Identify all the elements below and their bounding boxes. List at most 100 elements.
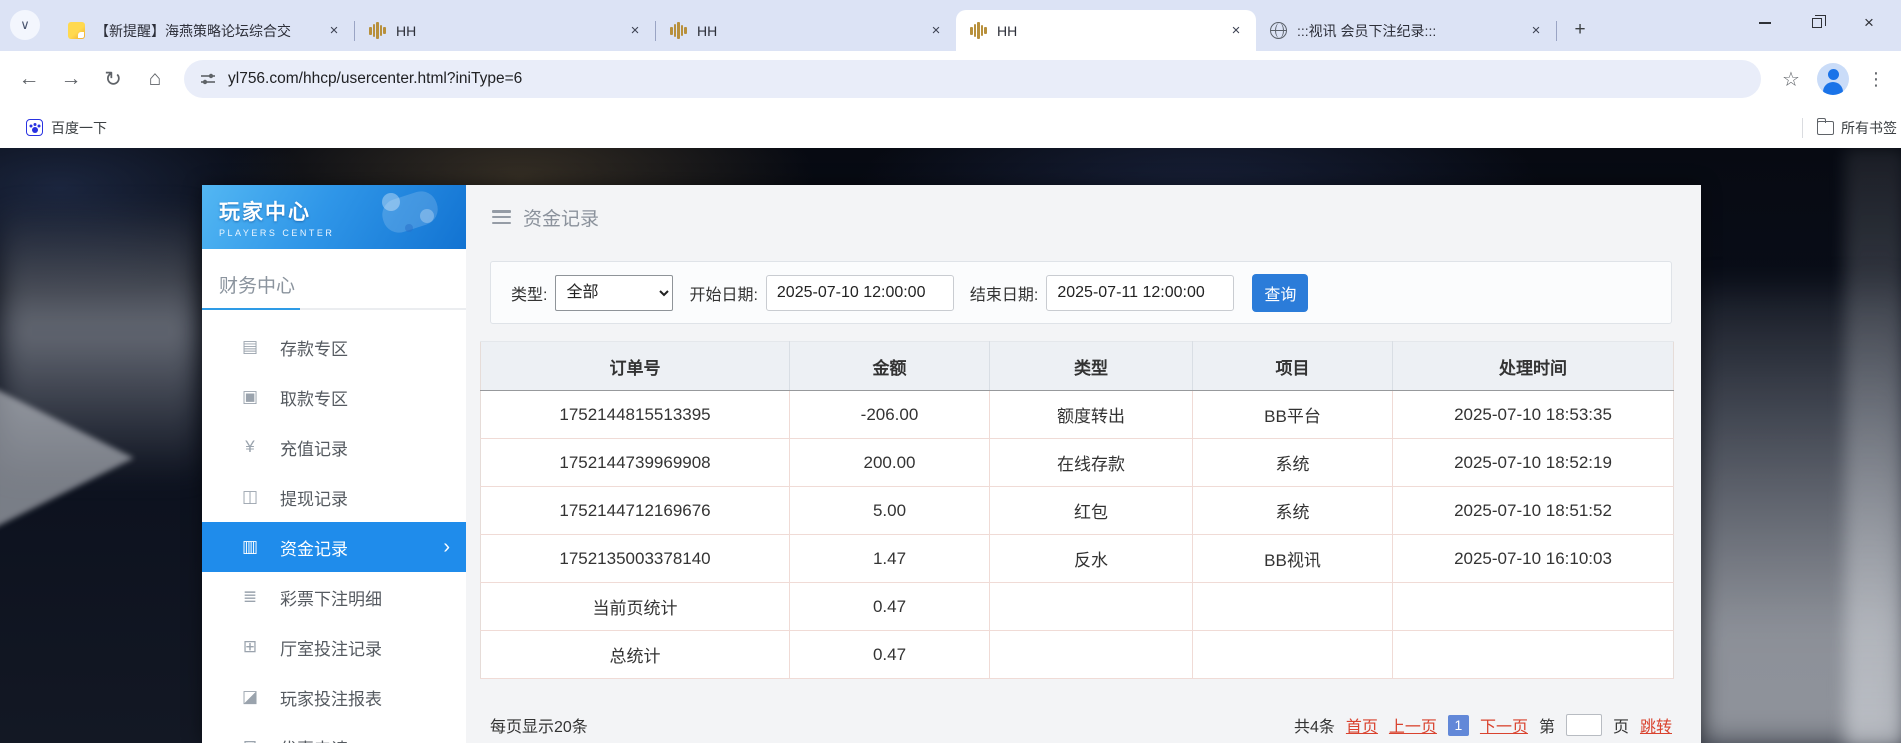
address-bar[interactable]: yl756.com/hhcp/usercenter.html?iniType=6 [184, 60, 1761, 98]
tab-search-button[interactable]: ∨ [10, 10, 40, 40]
back-button[interactable]: ← [8, 58, 50, 100]
url-text[interactable]: yl756.com/hhcp/usercenter.html?iniType=6 [228, 70, 522, 88]
sidebar-item-lottery-bet-details[interactable]: ≣ 彩票下注明细 [202, 572, 466, 622]
sidebar-item-hall-bet-records[interactable]: ⊞ 厅室投注记录 [202, 622, 466, 672]
list-icon: ≣ [238, 587, 262, 607]
start-date-label: 开始日期: [689, 281, 757, 305]
site-settings-icon[interactable] [200, 71, 216, 87]
column-header-order: 订单号 [481, 342, 790, 391]
search-button[interactable]: 查询 [1252, 274, 1308, 312]
amount-cell: 5.00 [790, 487, 990, 535]
forward-button[interactable]: → [50, 58, 92, 100]
sidebar-item-withdrawal-records[interactable]: ◫ 提现记录 [202, 472, 466, 522]
funds-icon: ▥ [238, 537, 262, 557]
sidebar-item-promo-apply[interactable]: ⊠ 优惠申请 [202, 722, 466, 743]
main-content: 资金记录 类型: 全部 开始日期: 结束日期: 查询 订单号 [466, 185, 1701, 743]
window-minimize-button[interactable] [1739, 0, 1791, 46]
tab-hh-active[interactable]: HH × [956, 10, 1256, 51]
hamburger-icon [492, 210, 511, 224]
bookmark-baidu[interactable]: 百度一下 [26, 118, 107, 138]
browser-menu-icon[interactable]: ⋮ [1859, 62, 1893, 96]
new-tab-button[interactable]: + [1565, 15, 1595, 45]
fund-records-table: 订单号 金额 类型 项目 处理时间 1752144815513395 -206.… [480, 341, 1674, 679]
gold-wave-icon [369, 22, 386, 39]
sidebar-item-fund-records[interactable]: ▥ 资金记录 › [202, 522, 466, 572]
page-size-label: 每页显示20条 [490, 713, 588, 737]
reload-button[interactable]: ↻ [92, 58, 134, 100]
hall-bet-icon: ⊞ [238, 637, 262, 657]
profile-avatar[interactable] [1817, 63, 1849, 95]
prev-page-link[interactable]: 上一页 [1389, 713, 1437, 737]
player-center-card: 玩家中心 PLAYERS CENTER 财务中心 ▤ 存款专区 ▣ 取款专区 ¥… [202, 185, 1701, 743]
report-chart-icon: ◪ [238, 687, 262, 707]
first-page-link[interactable]: 首页 [1346, 713, 1378, 737]
chevron-right-icon: › [443, 536, 450, 559]
item-cell: BB视讯 [1193, 535, 1393, 583]
close-icon[interactable]: × [926, 21, 946, 41]
all-bookmarks-button[interactable]: 所有书签 [1841, 118, 1897, 138]
table-row: 1752144739969908 200.00 在线存款 系统 2025-07-… [481, 439, 1674, 487]
amount-cell: 0.47 [790, 583, 990, 631]
tab-separator [1556, 21, 1557, 41]
column-header-time: 处理时间 [1393, 342, 1674, 391]
next-page-link[interactable]: 下一页 [1480, 713, 1528, 737]
bookmark-star-icon[interactable]: ☆ [1771, 59, 1811, 99]
gold-wave-icon [670, 22, 687, 39]
type-cell: 反水 [990, 535, 1193, 583]
item-cell: 系统 [1193, 487, 1393, 535]
jump-page-input[interactable] [1566, 714, 1602, 736]
amount-cell: -206.00 [790, 391, 990, 439]
close-icon[interactable]: × [324, 21, 344, 41]
sidebar-item-withdraw-zone[interactable]: ▣ 取款专区 [202, 372, 466, 422]
minimize-icon [1759, 22, 1771, 23]
close-icon[interactable]: × [1226, 21, 1246, 41]
money-bag-icon: ¥ [238, 437, 262, 457]
current-page-badge[interactable]: 1 [1448, 715, 1469, 736]
chevron-down-icon: ∨ [20, 17, 30, 33]
close-icon[interactable]: × [625, 21, 645, 41]
sidebar-item-deposit-zone[interactable]: ▤ 存款专区 [202, 322, 466, 372]
end-date-input[interactable] [1046, 275, 1234, 311]
sidebar-item-recharge-records[interactable]: ¥ 充值记录 [202, 422, 466, 472]
table-row: 1752144712169676 5.00 红包 系统 2025-07-10 1… [481, 487, 1674, 535]
tab-title: HH [997, 23, 1220, 39]
order-cell: 1752144815513395 [481, 391, 790, 439]
tab-hh-1[interactable]: HH × [355, 10, 655, 51]
column-header-item: 项目 [1193, 342, 1393, 391]
tab-video-records[interactable]: :::视讯 会员下注纪录::: × [1256, 10, 1556, 51]
bookmarks-separator [1802, 118, 1803, 138]
page-background: 玩家中心 PLAYERS CENTER 财务中心 ▤ 存款专区 ▣ 取款专区 ¥… [0, 148, 1901, 743]
content-header: 资金记录 [466, 185, 1701, 249]
jump-link[interactable]: 跳转 [1640, 713, 1672, 737]
table-row-page-total: 当前页统计 0.47 [481, 583, 1674, 631]
start-date-input[interactable] [766, 275, 954, 311]
type-select[interactable]: 全部 [555, 275, 673, 311]
item-cell: BB平台 [1193, 391, 1393, 439]
sidebar-item-player-bet-report[interactable]: ◪ 玩家投注报表 [202, 672, 466, 722]
baidu-icon [26, 119, 43, 136]
deposit-card-icon: ▤ [238, 337, 262, 357]
tab-forum[interactable]: 【新提醒】海燕策略论坛综合交 × [54, 10, 354, 51]
tab-title: HH [697, 23, 920, 39]
time-cell: 2025-07-10 18:52:19 [1393, 439, 1674, 487]
window-close-button[interactable]: × [1843, 0, 1895, 46]
order-cell: 1752144739969908 [481, 439, 790, 487]
label-cell: 当前页统计 [481, 583, 790, 631]
withdraw-hand-icon: ▣ [238, 387, 262, 407]
sidebar-divider [202, 308, 466, 310]
table-header-row: 订单号 金额 类型 项目 处理时间 [481, 342, 1674, 391]
tab-title: 【新提醒】海燕策略论坛综合交 [95, 21, 318, 41]
window-restore-button[interactable] [1791, 0, 1843, 46]
home-button[interactable]: ⌂ [134, 58, 176, 100]
time-cell: 2025-07-10 18:51:52 [1393, 487, 1674, 535]
type-cell: 在线存款 [990, 439, 1193, 487]
close-icon[interactable]: × [1526, 21, 1546, 41]
type-label: 类型: [511, 281, 547, 305]
promo-mail-icon: ⊠ [238, 737, 262, 743]
order-cell: 1752144712169676 [481, 487, 790, 535]
table-row-grand-total: 总统计 0.47 [481, 631, 1674, 679]
item-cell: 系统 [1193, 439, 1393, 487]
browser-tab-bar: ∨ 【新提醒】海燕策略论坛综合交 × HH × HH × HH × :::视讯 … [0, 0, 1901, 51]
tab-hh-2[interactable]: HH × [656, 10, 956, 51]
tab-title: :::视讯 会员下注纪录::: [1297, 21, 1520, 41]
